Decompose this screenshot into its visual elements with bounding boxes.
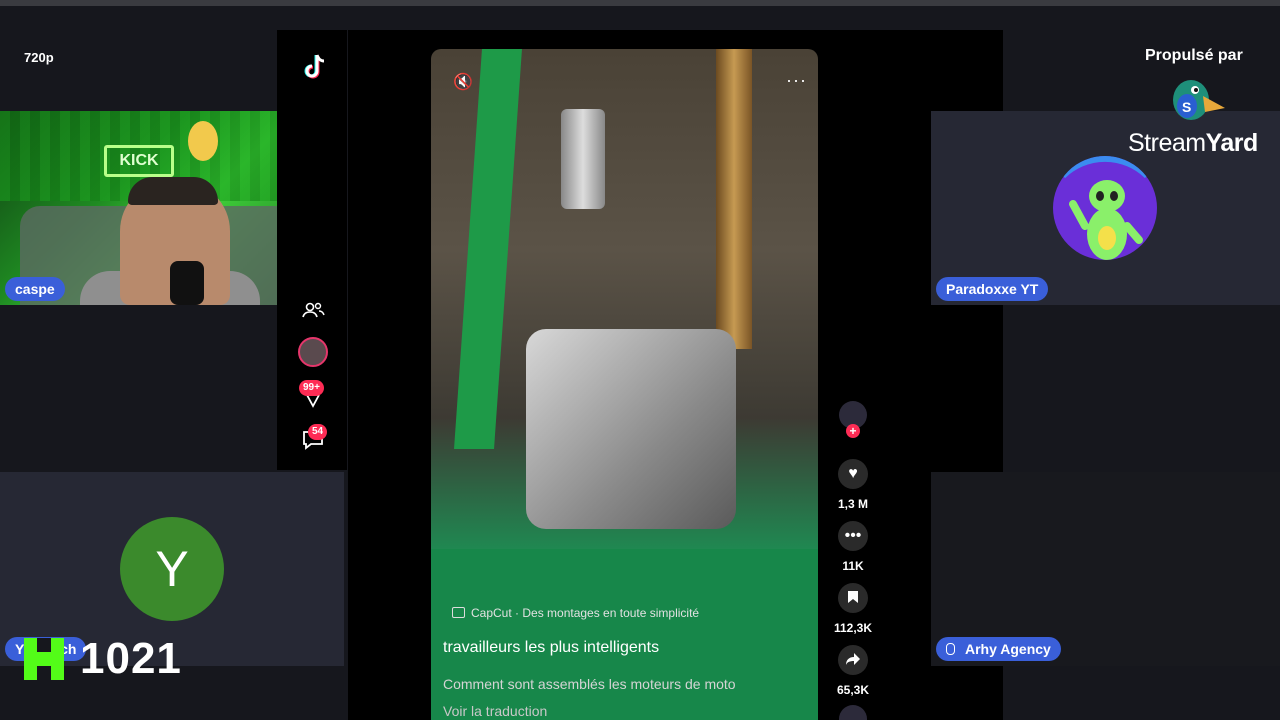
save-button[interactable] (838, 583, 868, 613)
tiktok-profile-avatar[interactable] (298, 337, 328, 367)
participant-avatar-alien (1053, 156, 1157, 260)
host-hair (128, 177, 218, 205)
quality-label[interactable]: 720p (24, 50, 54, 65)
capcut-icon (452, 607, 465, 618)
green-press-pole (454, 49, 522, 449)
more-options-icon[interactable]: ··· (786, 70, 807, 91)
share-arrow-icon (846, 653, 860, 665)
mascot-figure (188, 121, 218, 161)
streamyard-wordmark: StreamYard (1128, 129, 1258, 158)
comment-button[interactable]: ••• (838, 521, 868, 551)
muted-mic-icon (946, 643, 955, 655)
alien-mascot-icon (1060, 156, 1150, 260)
heart-icon: ♥ (848, 465, 858, 482)
follow-plus-icon[interactable]: + (846, 424, 860, 438)
mute-icon[interactable]: 🔇 (453, 72, 473, 92)
video-title: travailleurs les plus intelligents (443, 639, 660, 656)
capcut-label: CapCut · Des montages en toute simplicit… (471, 606, 700, 620)
motorcycle-engine (526, 329, 736, 529)
like-count: 1,3 M (837, 497, 868, 511)
see-translation-link[interactable]: Voir la traduction (443, 703, 547, 719)
participant-avatar-initial: Y (120, 517, 224, 621)
brass-rod (716, 49, 752, 349)
participant-name-badge-paradoxxe: Paradoxxe YT (936, 277, 1049, 301)
share-count: 65,3K (836, 683, 870, 697)
tiktok-logo-icon[interactable] (300, 52, 328, 82)
save-count: 112,3K (833, 621, 873, 635)
streamyard-wordmark-bold: Yard (1205, 129, 1259, 157)
powered-by-label: Propulsé par (1145, 47, 1243, 64)
host-name-badge: caspe (5, 277, 65, 301)
capcut-link[interactable]: CapCut · Des montages en toute simplicit… (452, 606, 699, 620)
comment-icon: ••• (844, 527, 862, 544)
neon-kick-sign: KICK (104, 145, 174, 177)
like-button[interactable]: ♥ (838, 459, 868, 489)
messages-badge: 54 (308, 424, 328, 440)
participant-name-arhy: Arhy Agency (965, 641, 1051, 657)
microphone (170, 261, 204, 305)
kick-logo-icon (24, 638, 64, 680)
green-workbench (431, 549, 818, 720)
share-button[interactable] (838, 645, 868, 675)
press-cylinder (561, 109, 605, 209)
video-description: Comment sont assemblés les moteurs de mo… (443, 676, 736, 692)
svg-text:S: S (1182, 99, 1191, 115)
notifications-badge: 99+ (299, 380, 324, 396)
friends-icon[interactable] (301, 302, 325, 318)
kick-viewer-count: 1021 (80, 634, 182, 683)
comment-count: 11K (842, 559, 864, 573)
streamyard-duck-logo-icon: S (1173, 80, 1225, 120)
streamyard-wordmark-light: Stream (1128, 129, 1206, 157)
browser-top-strip (0, 0, 1280, 6)
participant-name-badge-arhy: Arhy Agency (936, 637, 1061, 661)
bookmark-icon (848, 591, 858, 603)
